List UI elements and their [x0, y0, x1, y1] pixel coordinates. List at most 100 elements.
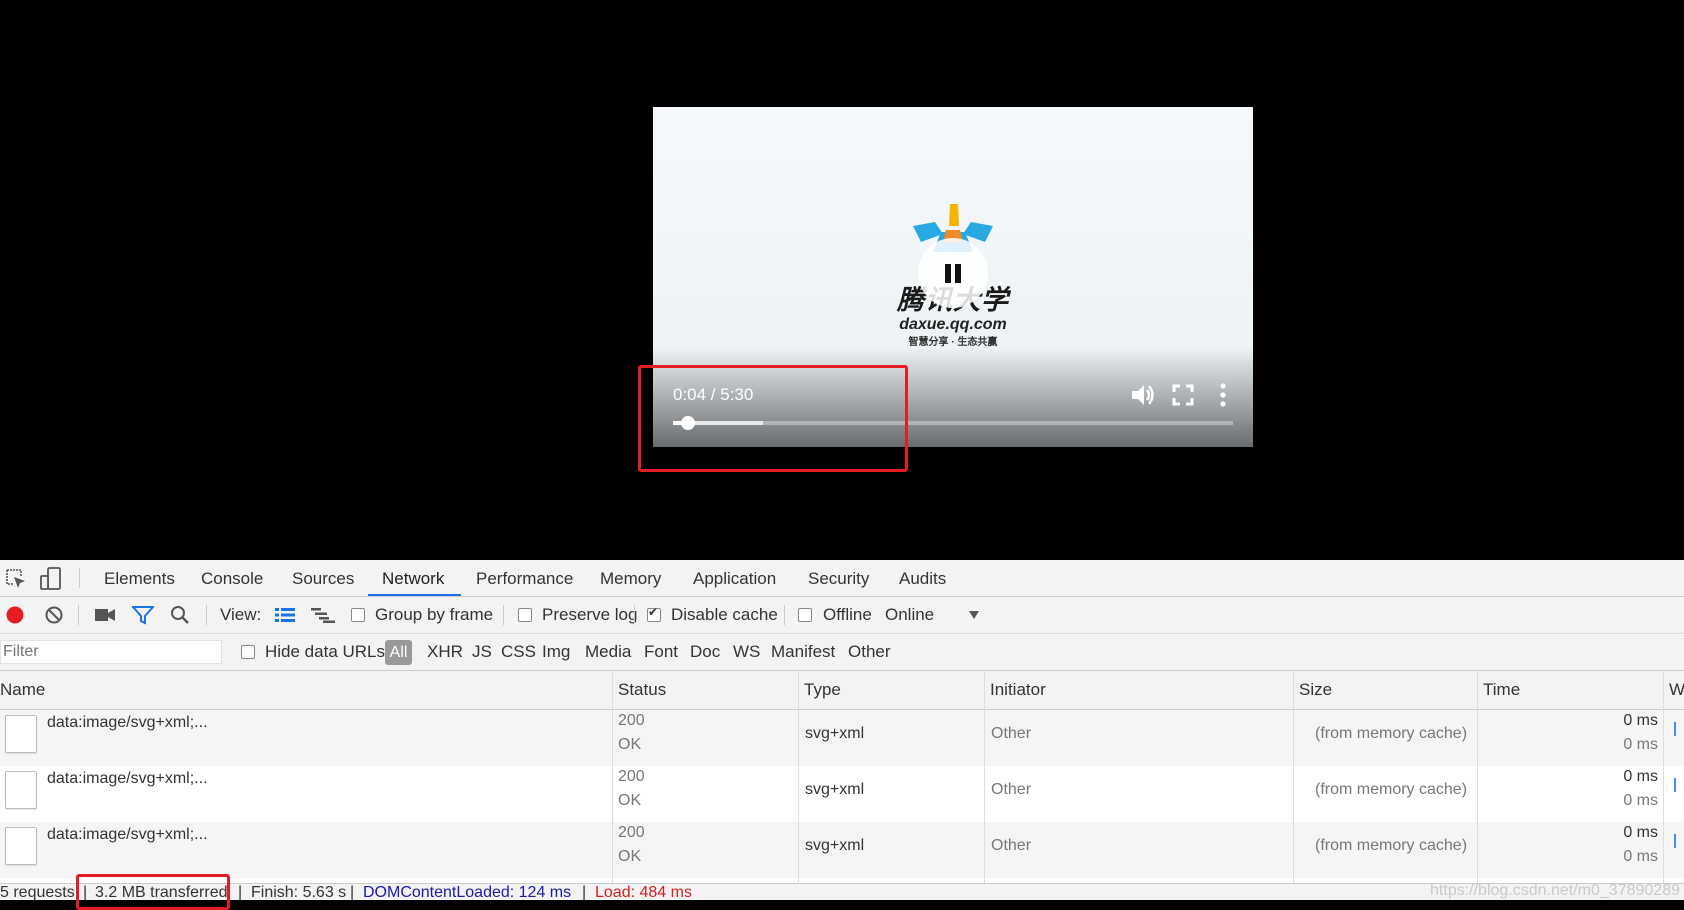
column-header-initiator[interactable]: Initiator: [990, 671, 1046, 709]
group-by-frame-label: Group by frame: [375, 605, 494, 624]
more-options-icon[interactable]: [1209, 381, 1237, 409]
tab-audits[interactable]: Audits: [899, 560, 946, 596]
status-dom-content-loaded: DOMContentLoaded: 124 ms: [363, 884, 572, 901]
column-header-type[interactable]: Type: [804, 671, 841, 709]
request-initiator: Other: [991, 837, 1032, 854]
request-size: (from memory cache): [1315, 781, 1468, 798]
throttling-select[interactable]: Online: [885, 597, 934, 633]
hide-data-urls-checkbox[interactable]: [241, 645, 255, 659]
table-row[interactable]: data:image/svg+xml;... 200 OK svg+xml Ot…: [0, 822, 1684, 878]
tab-sources[interactable]: Sources: [292, 560, 354, 596]
request-type: svg+xml: [805, 837, 865, 854]
search-icon[interactable]: [170, 605, 190, 625]
table-row[interactable]: data:image/svg+xml;... 200 OK svg+xml Ot…: [0, 766, 1684, 822]
waterfall-bar: [1674, 834, 1676, 848]
request-initiator: Other: [991, 781, 1032, 798]
type-filter-all[interactable]: All: [385, 640, 412, 665]
type-filter-ws[interactable]: WS: [733, 634, 760, 670]
column-header-time[interactable]: Time: [1483, 671, 1520, 709]
type-filter-img[interactable]: Img: [542, 634, 570, 670]
table-row[interactable]: data:image/svg+xml;... 200 OK svg+xml Ot…: [0, 710, 1684, 766]
column-header-name[interactable]: Name: [0, 671, 45, 709]
clear-icon[interactable]: [44, 605, 64, 625]
waterfall-overview-icon[interactable]: [311, 607, 335, 623]
record-icon[interactable]: [5, 605, 25, 625]
request-status: 200: [618, 712, 645, 729]
tab-memory[interactable]: Memory: [600, 560, 661, 596]
request-time: 0 ms: [1623, 824, 1658, 841]
type-filter-manifest[interactable]: Manifest: [771, 634, 835, 670]
device-toolbar-icon[interactable]: [40, 567, 62, 591]
offline-label: Offline: [823, 605, 872, 624]
large-rows-icon[interactable]: [275, 607, 295, 623]
disable-cache-label: Disable cache: [671, 605, 778, 624]
request-size: (from memory cache): [1315, 837, 1468, 854]
network-toolbar: View: Group by frame Preserve log Disabl…: [0, 597, 1684, 634]
request-latency: 0 ms: [1623, 792, 1658, 809]
preserve-log-label: Preserve log: [542, 605, 638, 624]
request-status-text: OK: [618, 848, 642, 865]
highlight-box-transferred: [76, 874, 230, 910]
tab-application[interactable]: Application: [693, 560, 776, 596]
chevron-down-icon[interactable]: [968, 610, 980, 620]
request-latency: 0 ms: [1623, 736, 1658, 753]
status-requests: 5 requests: [0, 884, 75, 901]
request-type: svg+xml: [805, 725, 865, 742]
type-filter-other[interactable]: Other: [848, 634, 891, 670]
type-filter-css[interactable]: CSS: [501, 634, 536, 670]
request-initiator: Other: [991, 725, 1032, 742]
tab-security[interactable]: Security: [808, 560, 869, 596]
devtools-panel: Elements Console Sources Network Perform…: [0, 560, 1684, 901]
request-status-text: OK: [618, 792, 642, 809]
filter-icon[interactable]: [132, 605, 154, 625]
type-filter-media[interactable]: Media: [585, 634, 631, 670]
request-status: 200: [618, 768, 645, 785]
volume-icon[interactable]: [1129, 381, 1157, 409]
request-name: data:image/svg+xml;...: [47, 826, 208, 843]
svg-file-icon: [5, 715, 37, 753]
request-latency: 0 ms: [1623, 848, 1658, 865]
request-status-text: OK: [618, 736, 642, 753]
tab-network[interactable]: Network: [368, 560, 461, 596]
request-name: data:image/svg+xml;...: [47, 770, 208, 787]
tab-elements[interactable]: Elements: [104, 560, 175, 596]
type-filter-font[interactable]: Font: [644, 634, 678, 670]
pause-button[interactable]: [918, 238, 988, 308]
request-type: svg+xml: [805, 781, 865, 798]
filter-input[interactable]: [0, 640, 222, 664]
logo-domain-text: daxue.qq.com: [899, 316, 1007, 333]
request-status: 200: [618, 824, 645, 841]
preserve-log-checkbox[interactable]: [518, 608, 532, 622]
column-header-status[interactable]: Status: [618, 671, 666, 709]
request-name: data:image/svg+xml;...: [47, 714, 208, 731]
status-load: Load: 484 ms: [595, 884, 692, 901]
svg-file-icon: [5, 771, 37, 809]
inspect-element-icon[interactable]: [5, 568, 27, 590]
tab-performance[interactable]: Performance: [476, 560, 573, 596]
svg-file-icon: [5, 827, 37, 865]
fullscreen-icon[interactable]: [1169, 381, 1197, 409]
hide-data-urls-label: Hide data URLs: [265, 642, 386, 661]
tabbar-separator: [79, 568, 80, 588]
column-header-size[interactable]: Size: [1299, 671, 1332, 709]
tab-console[interactable]: Console: [201, 560, 263, 596]
type-filter-xhr[interactable]: XHR: [427, 634, 463, 670]
column-header-waterfall[interactable]: W: [1669, 671, 1684, 709]
waterfall-bar: [1674, 778, 1676, 792]
offline-checkbox[interactable]: [798, 608, 812, 622]
network-status-bar: 5 requests | 3.2 MB transferred | Finish…: [0, 882, 1684, 901]
devtools-tabbar: Elements Console Sources Network Perform…: [0, 560, 1684, 597]
highlight-box-time: [638, 365, 908, 472]
page-viewport: 腾讯大学 daxue.qq.com 智慧分享 · 生态共赢 0:04 / 5:3…: [0, 0, 1684, 560]
waterfall-bar: [1674, 722, 1676, 736]
view-label: View:: [220, 605, 262, 624]
disable-cache-checkbox[interactable]: [647, 605, 661, 622]
type-filter-js[interactable]: JS: [472, 634, 492, 670]
group-by-frame-checkbox[interactable]: [351, 608, 365, 622]
type-filter-doc[interactable]: Doc: [690, 634, 720, 670]
capture-screenshots-icon[interactable]: [94, 607, 116, 623]
status-finish: Finish: 5.63 s: [251, 884, 347, 901]
network-filterbar: Hide data URLs All XHR JS CSS Img Media …: [0, 634, 1684, 671]
pause-icon: [945, 264, 951, 283]
request-size: (from memory cache): [1315, 725, 1468, 742]
